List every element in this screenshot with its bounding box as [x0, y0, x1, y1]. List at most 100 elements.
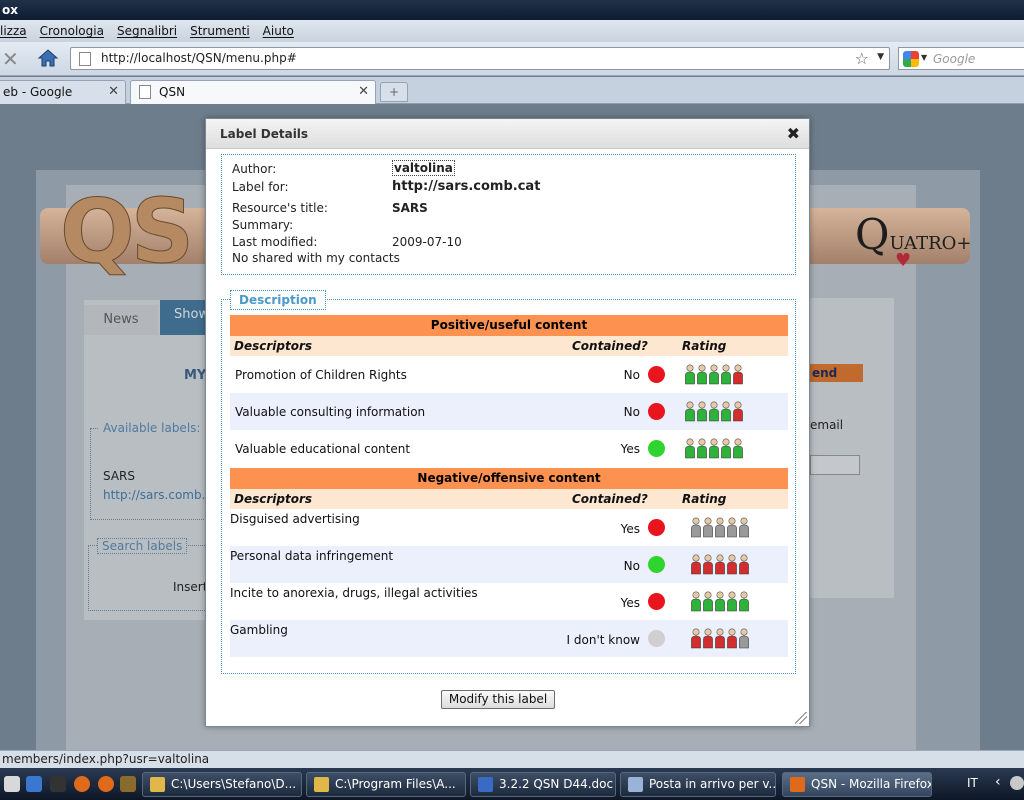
taskbar-button[interactable]: QSN - Mozilla Firefox — [782, 772, 932, 797]
status-dot — [648, 630, 665, 647]
resource-title-value: SARS — [392, 201, 428, 215]
author-link[interactable]: valtolina — [392, 160, 455, 176]
person-icon — [691, 591, 701, 612]
resize-grip-icon[interactable] — [795, 712, 807, 724]
cmd-icon[interactable] — [50, 776, 66, 792]
person-icon — [739, 517, 749, 538]
negative-column-header: Descriptors Contained? Rating — [230, 489, 788, 509]
person-icon — [697, 401, 707, 422]
page-icon — [79, 52, 91, 66]
person-icon — [697, 364, 707, 385]
heart-icon: ♥ — [895, 250, 912, 271]
right-panel — [808, 298, 894, 598]
taskbar-button-label: 3.2.2 QSN D44.doc [... — [499, 777, 615, 791]
taskbar-button-label: Posta in arrivo per v... — [649, 777, 776, 791]
home-icon[interactable] — [36, 46, 60, 70]
close-icon[interactable]: ✖ — [787, 124, 800, 143]
person-icon — [721, 438, 731, 459]
person-icon — [703, 628, 713, 649]
chevron-left-icon[interactable]: ‹ — [995, 774, 1001, 790]
bookmark-star-icon[interactable]: ☆ — [855, 49, 869, 68]
person-icon — [733, 364, 743, 385]
person-icon — [739, 591, 749, 612]
menu-item-history[interactable]: Cronologia — [40, 24, 104, 38]
menu-item-tools[interactable]: Strumenti — [190, 24, 250, 38]
rating-icons — [690, 553, 750, 575]
email-text: email — [810, 418, 844, 432]
person-icon — [691, 628, 701, 649]
app-icon — [314, 777, 329, 792]
stop-icon[interactable]: ✕ — [2, 48, 24, 70]
dialog-header[interactable]: Label Details ✖ — [206, 119, 809, 149]
taskbar-button[interactable]: C:\Users\Stefano\D... — [142, 772, 302, 797]
descriptor-name: Disguised advertising — [230, 512, 360, 526]
firefox-icon[interactable] — [98, 776, 114, 792]
person-icon — [685, 364, 695, 385]
menu-bar: lizza Cronologia Segnalibri Strumenti Ai… — [0, 20, 1024, 42]
modify-label-button[interactable]: Modify this label — [441, 690, 555, 709]
label-item-link[interactable]: http://sars.comb. — [103, 488, 205, 502]
app-icon — [790, 777, 805, 792]
my-heading: MY — [184, 368, 207, 383]
person-icon — [739, 628, 749, 649]
menu-item-help[interactable]: Aiuto — [263, 24, 294, 38]
ie-icon[interactable] — [26, 776, 42, 792]
status-dot — [648, 366, 665, 383]
status-dot — [648, 519, 665, 536]
url-bar[interactable]: http://localhost/QSN/menu.php# ☆ ▼ — [70, 47, 890, 70]
person-icon — [727, 554, 737, 575]
negative-section-header: Negative/offensive content — [230, 468, 788, 489]
descriptor-row: Valuable educational content Yes — [230, 430, 788, 467]
language-indicator[interactable]: IT — [967, 776, 978, 790]
rating-icons — [690, 590, 750, 612]
descriptor-name: Personal data infringement — [230, 549, 394, 563]
status-dot — [648, 556, 665, 573]
show-desktop-icon[interactable] — [4, 776, 20, 792]
descriptor-row: Promotion of Children Rights No — [230, 356, 788, 393]
taskbar-button[interactable]: 3.2.2 QSN D44.doc [... — [470, 772, 616, 797]
search-labels-legend: Search labels — [97, 538, 188, 554]
url-dropdown-icon[interactable]: ▼ — [877, 52, 884, 62]
url-text[interactable]: http://localhost/QSN/menu.php# — [101, 51, 297, 65]
person-icon — [703, 517, 713, 538]
new-tab-button[interactable]: + — [380, 82, 408, 102]
descriptor-row: Gambling I don't know — [230, 620, 788, 657]
contained-value: I don't know — [566, 633, 640, 647]
dialog-title: Label Details — [220, 127, 309, 141]
taskbar-button[interactable]: Posta in arrivo per v... — [620, 772, 776, 797]
window-title-bar: ox — [0, 0, 1024, 20]
send-button[interactable]: end — [808, 364, 863, 382]
tab-qsn[interactable]: QSN ✕ — [130, 80, 376, 104]
contained-value: Yes — [620, 596, 640, 610]
tab-google-translate[interactable]: eb - Google Tradut... ✕ — [0, 80, 126, 121]
rating-icons — [690, 516, 750, 538]
tab-close-icon[interactable]: ✕ — [358, 81, 369, 103]
person-icon — [691, 554, 701, 575]
tab-news[interactable]: News — [84, 305, 158, 335]
menu-item-view[interactable]: lizza — [0, 24, 27, 38]
search-engine-dropdown-icon[interactable]: ▼ — [921, 53, 927, 62]
status-dot — [648, 403, 665, 420]
search-input[interactable]: Google — [933, 52, 975, 66]
descriptors-header: Descriptors — [234, 492, 313, 506]
status-dot — [648, 593, 665, 610]
app-icon[interactable] — [120, 776, 136, 792]
tray-icon[interactable] — [1010, 776, 1024, 790]
search-bar[interactable]: ▼ Google — [898, 47, 1024, 70]
contained-value: Yes — [620, 522, 640, 536]
google-icon[interactable] — [903, 51, 919, 67]
descriptor-row: Disguised advertising Yes — [230, 509, 788, 546]
author-value-wrap: valtolina — [392, 160, 455, 176]
taskbar-button[interactable]: C:\Program Files\A... — [306, 772, 466, 797]
firefox-icon[interactable] — [74, 776, 90, 792]
contained-header: Contained? — [572, 492, 648, 506]
rating-header: Rating — [682, 492, 727, 506]
tab-close-icon[interactable]: ✕ — [108, 81, 119, 103]
menu-item-bookmarks[interactable]: Segnalibri — [117, 24, 177, 38]
person-icon — [721, 364, 731, 385]
email-field[interactable] — [810, 455, 860, 475]
person-icon — [703, 554, 713, 575]
descriptor-name: Incite to anorexia, drugs, illegal activ… — [230, 586, 478, 600]
label-info-box: Author: valtolina Label for: http://sars… — [221, 154, 796, 275]
qsn-logo: QS — [59, 180, 194, 284]
